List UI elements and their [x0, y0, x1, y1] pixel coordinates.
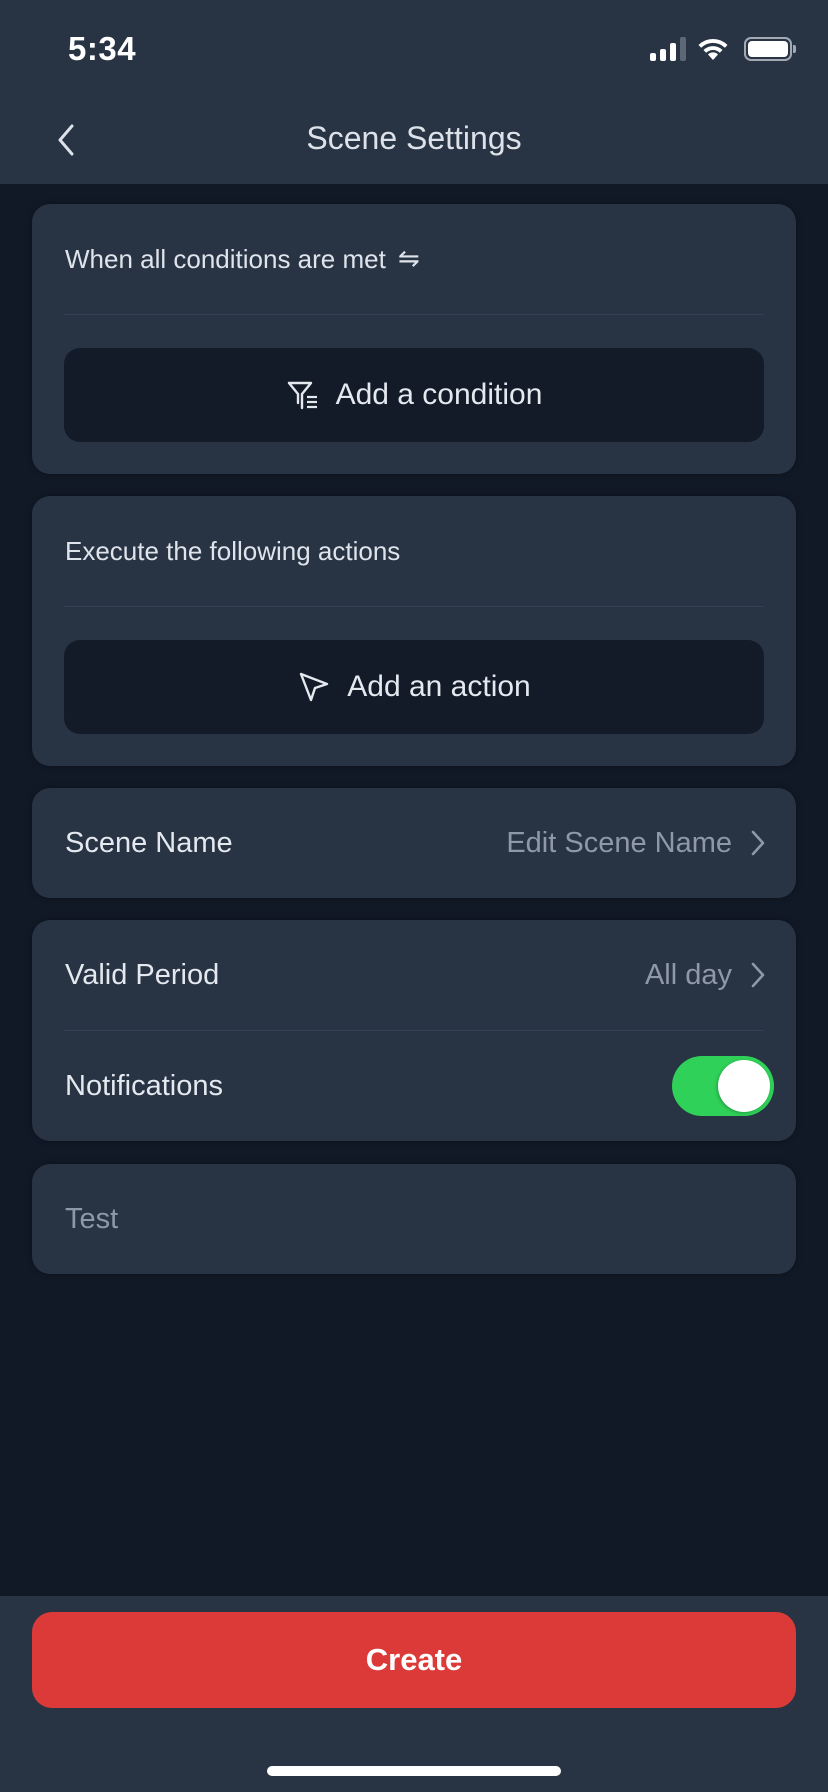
valid-period-row[interactable]: Valid Period All day [32, 920, 796, 1030]
notifications-toggle[interactable] [672, 1056, 774, 1116]
scene-name-label: Scene Name [65, 826, 233, 859]
divider [64, 314, 764, 315]
test-card[interactable]: Test [32, 1164, 796, 1274]
battery-icon [744, 37, 796, 61]
header-bar: 5:34 Scene Settings [0, 0, 828, 184]
notifications-label: Notifications [65, 1069, 223, 1102]
add-action-button[interactable]: Add an action [64, 640, 764, 734]
conditions-header: When all conditions are met ⇋ [32, 204, 796, 314]
scene-name-card: Scene Name Edit Scene Name [32, 788, 796, 898]
home-indicator[interactable] [267, 1766, 561, 1776]
actions-header: Execute the following actions [32, 496, 796, 606]
create-button[interactable]: Create [32, 1612, 796, 1708]
wifi-icon [698, 38, 728, 60]
actions-header-label: Execute the following actions [65, 535, 401, 566]
test-label: Test [65, 1203, 119, 1235]
valid-period-label: Valid Period [65, 958, 220, 991]
chevron-right-icon [751, 830, 765, 856]
scene-name-value: Edit Scene Name [506, 826, 732, 859]
scene-name-row[interactable]: Scene Name Edit Scene Name [32, 788, 796, 898]
status-icons [650, 36, 796, 62]
settings-card: Valid Period All day Notifications [32, 920, 796, 1141]
status-time: 5:34 [68, 30, 137, 67]
notifications-row: Notifications [32, 1031, 796, 1141]
cellular-signal-icon [650, 37, 686, 61]
chevron-right-icon [751, 962, 765, 988]
actions-card: Execute the following actions Add an act… [32, 496, 796, 766]
valid-period-value: All day [644, 958, 732, 991]
page-title: Scene Settings [306, 120, 522, 156]
scene-settings-screen: 5:34 Scene Settings When all conditions … [0, 0, 828, 1792]
valid-period-value-link[interactable]: All day [645, 959, 766, 992]
navigation-arrow-icon [300, 672, 329, 702]
divider [64, 606, 764, 607]
swap-arrows-icon[interactable]: ⇋ [398, 244, 420, 274]
scene-name-value-link[interactable]: Edit Scene Name [506, 827, 766, 860]
filter-list-icon [287, 381, 317, 410]
toggle-knob [718, 1060, 770, 1112]
conditions-header-label[interactable]: When all conditions are met [65, 244, 386, 275]
add-condition-label: Add a condition [335, 378, 543, 411]
bottom-bar: Create [0, 1596, 828, 1792]
add-condition-button[interactable]: Add a condition [64, 348, 764, 442]
add-action-label: Add an action [347, 670, 531, 703]
conditions-card: When all conditions are met ⇋ Add a cond… [32, 204, 796, 474]
